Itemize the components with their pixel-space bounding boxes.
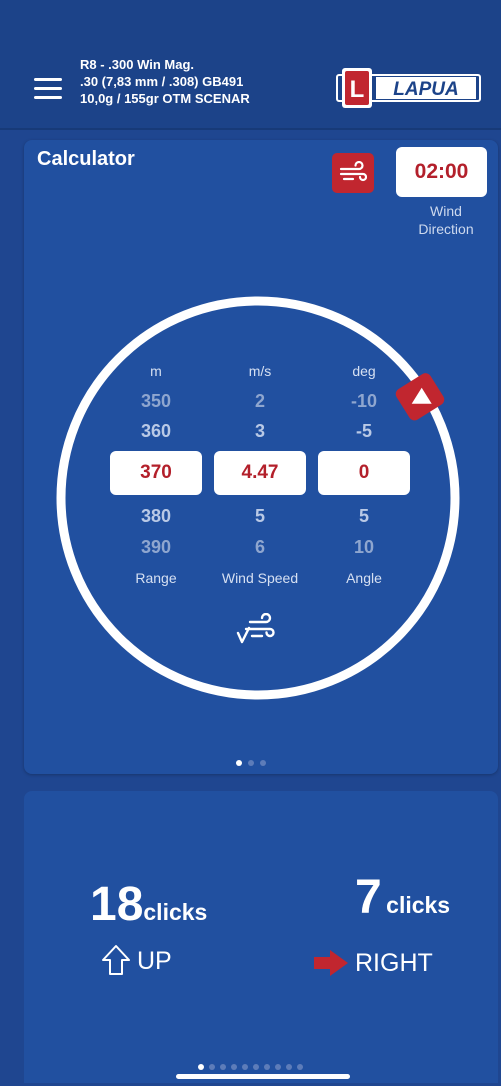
profile-line-bullet: 10,0g / 155gr OTM SCENAR: [80, 91, 250, 106]
elevation-clicks-value: 18: [90, 878, 144, 931]
wind-speed-selected-value[interactable]: 4.47: [214, 451, 306, 495]
page-dot[interactable]: [242, 1064, 248, 1070]
arrow-right-icon: [314, 950, 348, 976]
range-option[interactable]: 390: [108, 537, 204, 558]
windage-clicks: 7 clicks: [355, 870, 450, 925]
wind-speed-label: Wind Speed: [221, 570, 299, 586]
page-dot[interactable]: [275, 1064, 281, 1070]
page-dot[interactable]: [253, 1064, 259, 1070]
wind-button[interactable]: [332, 153, 374, 193]
wind-speed-option[interactable]: 2: [212, 391, 308, 412]
page-dot[interactable]: [286, 1064, 292, 1070]
menu-icon[interactable]: [34, 78, 62, 100]
page-dot[interactable]: [297, 1064, 303, 1070]
app-header: R8 - .300 Win Mag. .30 (7,83 mm / .308) …: [0, 0, 501, 130]
wind-speed-unit: m/s: [248, 363, 272, 379]
profile-line-caliber: .30 (7,83 mm / .308) GB491: [80, 74, 244, 89]
windage-direction: RIGHT: [355, 949, 433, 977]
range-unit: m: [150, 363, 162, 379]
windage-clicks-unit: clicks: [386, 892, 451, 918]
angle-option[interactable]: -5: [316, 421, 412, 442]
angle-option[interactable]: -10: [316, 391, 412, 412]
angle-option[interactable]: 10: [316, 537, 412, 558]
wind-direction-value[interactable]: 02:00: [396, 147, 487, 197]
calculator-page-indicator: [0, 760, 501, 766]
wind-direction-label-line1: Wind: [430, 203, 462, 219]
range-option[interactable]: 380: [108, 506, 204, 527]
lapua-logo: L LAPUA: [336, 68, 481, 108]
angle-label: Angle: [346, 570, 382, 586]
windage-clicks-value: 7: [355, 871, 382, 924]
wind-calculation-icon[interactable]: [236, 613, 276, 647]
home-indicator[interactable]: [176, 1074, 350, 1079]
elevation-clicks-unit: clicks: [143, 899, 208, 925]
result-page-indicator: [0, 1064, 501, 1070]
page-title: Calculator: [37, 148, 135, 170]
angle-selected-value[interactable]: 0: [318, 451, 410, 495]
range-option[interactable]: 350: [108, 391, 204, 412]
angle-option[interactable]: 5: [316, 506, 412, 527]
elevation-direction: UP: [137, 947, 172, 975]
rifle-profile[interactable]: R8 - .300 Win Mag. .30 (7,83 mm / .308) …: [80, 56, 250, 107]
page-dot[interactable]: [264, 1064, 270, 1070]
page-dot[interactable]: [235, 760, 242, 766]
wind-icon: [339, 161, 367, 182]
result-card: [24, 791, 498, 1083]
range-option[interactable]: 360: [108, 421, 204, 442]
range-selected-value[interactable]: 370: [110, 451, 202, 495]
wind-direction-label: Wind Direction: [396, 202, 496, 238]
page-dot[interactable]: [259, 760, 266, 766]
wind-speed-option[interactable]: 5: [212, 506, 308, 527]
page-dot[interactable]: [220, 1064, 226, 1070]
elevation-clicks: 18clicks: [90, 877, 207, 932]
range-label: Range: [135, 570, 177, 586]
logo-letter: L: [350, 76, 365, 103]
profile-line-rifle: R8 - .300 Win Mag.: [80, 57, 195, 72]
angle-unit: deg: [352, 363, 376, 379]
page-dot[interactable]: [198, 1064, 204, 1070]
logo-text: LAPUA: [393, 79, 458, 100]
wind-direction-label-line2: Direction: [418, 221, 474, 237]
page-dot[interactable]: [209, 1064, 215, 1070]
wind-speed-option[interactable]: 3: [212, 421, 308, 442]
arrow-up-icon: [102, 945, 130, 975]
wind-speed-option[interactable]: 6: [212, 537, 308, 558]
page-dot[interactable]: [231, 1064, 237, 1070]
page-dot[interactable]: [247, 760, 254, 766]
